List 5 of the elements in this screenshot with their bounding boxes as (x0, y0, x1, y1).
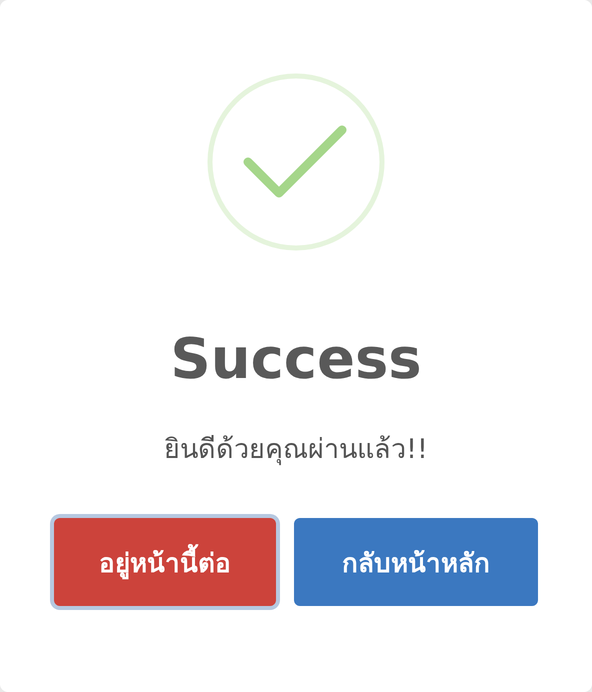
success-check-icon (206, 72, 386, 252)
dialog-title: Success (170, 328, 422, 392)
dialog-message: ยินดีด้วยคุณผ่านแล้ว!! (164, 433, 428, 468)
home-button[interactable]: กลับหน้าหลัก (294, 518, 538, 606)
stay-button[interactable]: อยู่หน้านี้ต่อ (54, 518, 276, 606)
